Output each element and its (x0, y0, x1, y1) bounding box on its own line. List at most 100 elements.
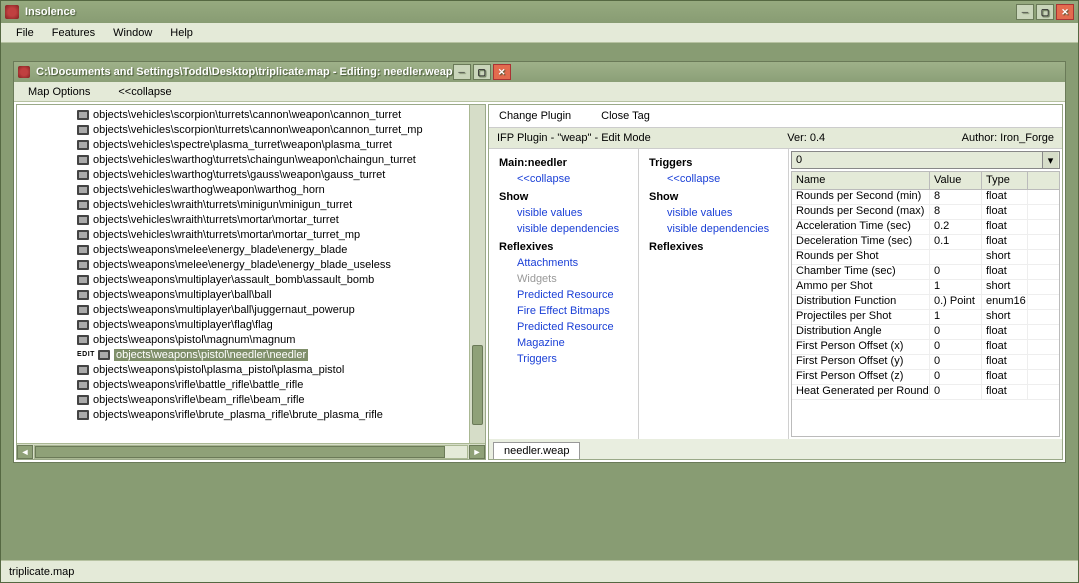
col-value-header[interactable]: Value (930, 172, 982, 189)
visible-deps-link[interactable]: visible dependencies (499, 221, 628, 237)
prop-value[interactable]: 0 (930, 325, 982, 339)
minimize-button[interactable]: ─ (1016, 4, 1034, 20)
tree-item-label: objects\vehicles\wraith\turrets\mortar\m… (93, 214, 339, 226)
tree-item[interactable]: objects\weapons\rifle\brute_plasma_rifle… (77, 407, 485, 422)
reflexive-link[interactable]: Triggers (499, 351, 628, 367)
tree-item[interactable]: objects\weapons\pistol\needler\needler (77, 347, 485, 362)
doc-minimize-button[interactable]: ─ (453, 64, 471, 80)
reflexive-link[interactable]: Predicted Resource (499, 319, 628, 335)
tree-item[interactable]: objects\weapons\melee\energy_blade\energ… (77, 242, 485, 257)
prop-value[interactable]: 0.) Point (930, 295, 982, 309)
prop-type: float (982, 265, 1028, 279)
prop-value[interactable]: 8 (930, 190, 982, 204)
tree-item[interactable]: objects\vehicles\wraith\turrets\mortar\m… (77, 227, 485, 242)
tree-hscrollbar[interactable]: ◄ ► (17, 443, 485, 459)
tree-item[interactable]: objects\vehicles\scorpion\turrets\cannon… (77, 122, 485, 137)
tree-item[interactable]: objects\vehicles\scorpion\turrets\cannon… (77, 107, 485, 122)
prop-value[interactable]: 0 (930, 340, 982, 354)
prop-value[interactable]: 1 (930, 280, 982, 294)
tree-item-label: objects\vehicles\warthog\turrets\chaingu… (93, 154, 416, 166)
property-dropdown[interactable]: 0 ▾ (791, 151, 1060, 169)
triggers-visible-deps-link[interactable]: visible dependencies (649, 221, 778, 237)
maximize-button[interactable]: ▢ (1036, 4, 1054, 20)
close-tag-button[interactable]: Close Tag (601, 110, 650, 122)
property-row[interactable]: Heat Generated per Round0float (792, 385, 1059, 400)
tree-item[interactable]: objects\weapons\multiplayer\flag\flag (77, 317, 485, 332)
file-icon (77, 125, 89, 135)
tree-item[interactable]: objects\vehicles\warthog\weapon\warthog_… (77, 182, 485, 197)
tree-item[interactable]: objects\weapons\melee\energy_blade\energ… (77, 257, 485, 272)
close-button[interactable]: ✕ (1056, 4, 1074, 20)
tree-item[interactable]: objects\vehicles\warthog\turrets\gauss\w… (77, 167, 485, 182)
property-row[interactable]: Chamber Time (sec)0float (792, 265, 1059, 280)
property-row[interactable]: First Person Offset (y)0float (792, 355, 1059, 370)
prop-value[interactable]: 0.1 (930, 235, 982, 249)
editor-tab[interactable]: needler.weap (493, 442, 580, 459)
doc-title: C:\Documents and Settings\Todd\Desktop\t… (36, 66, 453, 78)
tree-item[interactable]: objects\weapons\pistol\magnum\magnum (77, 332, 485, 347)
menubar: File Features Window Help (1, 23, 1078, 43)
tree-item[interactable]: objects\weapons\rifle\beam_rifle\beam_ri… (77, 392, 485, 407)
property-row[interactable]: First Person Offset (z)0float (792, 370, 1059, 385)
tree-item[interactable]: objects\vehicles\spectre\plasma_turret\w… (77, 137, 485, 152)
reflexive-link[interactable]: Fire Effect Bitmaps (499, 303, 628, 319)
prop-value[interactable]: 8 (930, 205, 982, 219)
collapse-button[interactable]: <<collapse (104, 84, 185, 100)
property-row[interactable]: Rounds per Shotshort (792, 250, 1059, 265)
menu-features[interactable]: Features (43, 25, 104, 41)
tree-item-label: objects\weapons\pistol\magnum\magnum (93, 334, 295, 346)
tree-item[interactable]: objects\weapons\multiplayer\assault_bomb… (77, 272, 485, 287)
prop-name: Distribution Function (792, 295, 930, 309)
reflexive-link[interactable]: Predicted Resource (499, 287, 628, 303)
property-row[interactable]: Distribution Function0.) Pointenum16 (792, 295, 1059, 310)
property-row[interactable]: Distribution Angle0float (792, 325, 1059, 340)
property-row[interactable]: Deceleration Time (sec)0.1float (792, 235, 1059, 250)
prop-value[interactable]: 0 (930, 385, 982, 399)
property-row[interactable]: First Person Offset (x)0float (792, 340, 1059, 355)
tree-item[interactable]: objects\weapons\pistol\plasma_pistol\pla… (77, 362, 485, 377)
property-row[interactable]: Rounds per Second (min)8float (792, 190, 1059, 205)
col-name-header[interactable]: Name (792, 172, 930, 189)
prop-value[interactable]: 0 (930, 355, 982, 369)
tree-view[interactable]: objects\vehicles\scorpion\turrets\cannon… (17, 105, 485, 443)
prop-value[interactable]: 0 (930, 265, 982, 279)
tree-item[interactable]: objects\vehicles\wraith\turrets\mortar\m… (77, 212, 485, 227)
tree-item-label: objects\vehicles\scorpion\turrets\cannon… (93, 124, 423, 136)
file-icon (77, 335, 89, 345)
triggers-visible-values-link[interactable]: visible values (649, 205, 778, 221)
scroll-left-button[interactable]: ◄ (17, 445, 33, 459)
prop-value[interactable] (930, 250, 982, 264)
property-row[interactable]: Rounds per Second (max)8float (792, 205, 1059, 220)
tree-item[interactable]: objects\weapons\multiplayer\ball\juggern… (77, 302, 485, 317)
prop-value[interactable]: 1 (930, 310, 982, 324)
menu-help[interactable]: Help (161, 25, 202, 41)
reflexive-link[interactable]: Magazine (499, 335, 628, 351)
menu-file[interactable]: File (7, 25, 43, 41)
change-plugin-button[interactable]: Change Plugin (499, 110, 571, 122)
prop-value[interactable]: 0 (930, 370, 982, 384)
property-row[interactable]: Projectiles per Shot1short (792, 310, 1059, 325)
triggers-collapse-link[interactable]: <<collapse (649, 171, 778, 187)
prop-type: float (982, 205, 1028, 219)
scroll-right-button[interactable]: ► (469, 445, 485, 459)
tree-item[interactable]: objects\weapons\rifle\battle_rifle\battl… (77, 377, 485, 392)
doc-maximize-button[interactable]: ▢ (473, 64, 491, 80)
reflexive-link[interactable]: Attachments (499, 255, 628, 271)
tree-item[interactable]: objects\weapons\multiplayer\ball\ball (77, 287, 485, 302)
col-type-header[interactable]: Type (982, 172, 1028, 189)
tree-vscrollbar[interactable] (469, 105, 485, 443)
visible-values-link[interactable]: visible values (499, 205, 628, 221)
prop-name: Deceleration Time (sec) (792, 235, 930, 249)
property-row[interactable]: Ammo per Shot1short (792, 280, 1059, 295)
tree-item[interactable]: objects\vehicles\wraith\turrets\minigun\… (77, 197, 485, 212)
prop-value[interactable]: 0.2 (930, 220, 982, 234)
property-row[interactable]: Acceleration Time (sec)0.2float (792, 220, 1059, 235)
tree-item[interactable]: objects\vehicles\warthog\turrets\chaingu… (77, 152, 485, 167)
map-options-button[interactable]: Map Options (14, 84, 104, 100)
doc-close-button[interactable]: ✕ (493, 64, 511, 80)
status-text: triplicate.map (9, 566, 74, 578)
main-collapse-link[interactable]: <<collapse (499, 171, 628, 187)
prop-name: Rounds per Shot (792, 250, 930, 264)
menu-window[interactable]: Window (104, 25, 161, 41)
file-icon (77, 185, 89, 195)
